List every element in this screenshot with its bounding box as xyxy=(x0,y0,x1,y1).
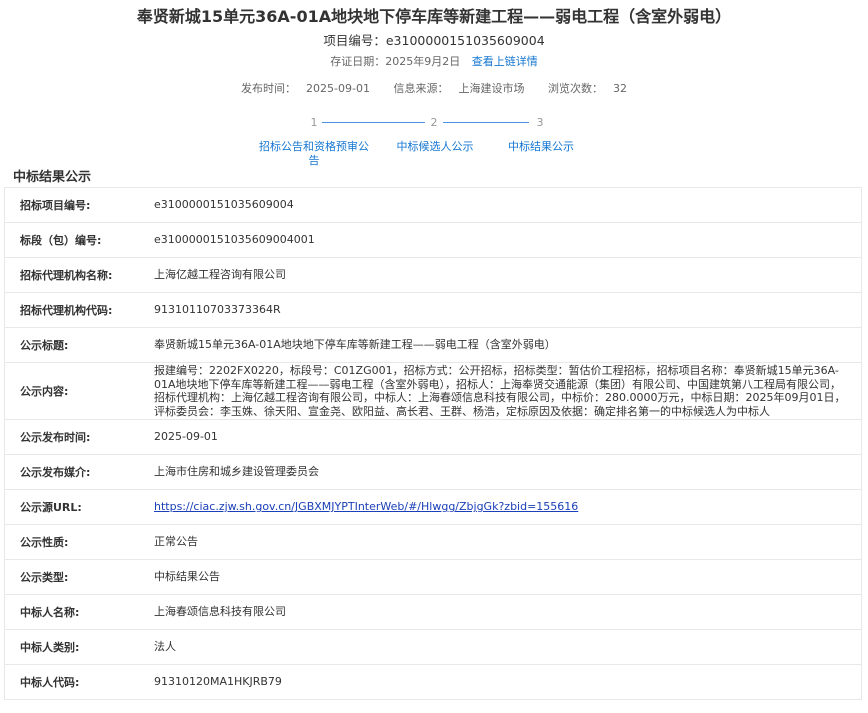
step-3-number: 3 xyxy=(536,116,544,129)
table-row: 中标人代码: 91310120MA1HKJRB79 xyxy=(5,665,861,700)
page: 奉贤新城15单元36A-01A地块地下停车库等新建工程——弱电工程（含室外弱电）… xyxy=(0,0,868,713)
source-label: 信息来源： xyxy=(393,82,449,95)
step-1-label[interactable]: 招标公告和资格预审公告 xyxy=(258,140,370,168)
row-label: 公示发布媒介: xyxy=(20,466,91,479)
row-label: 公示源URL: xyxy=(20,501,82,514)
row-value: 中标结果公告 xyxy=(154,570,220,584)
table-row: 公示标题: 奉贤新城15单元36A-01A地块地下停车库等新建工程——弱电工程（… xyxy=(5,328,861,363)
step-2-number: 2 xyxy=(430,116,438,129)
cert-date-label: 存证日期： xyxy=(330,55,386,68)
view-chain-details-link[interactable]: 查看上链详情 xyxy=(472,55,538,68)
row-value-content: 报建编号：2202FX0220，标段号：C01ZG001，招标方式：公开招标，招… xyxy=(154,364,846,418)
row-value: e3100000151035609004001 xyxy=(154,233,315,247)
table-row: 公示发布时间: 2025-09-01 xyxy=(5,420,861,455)
row-value: 上海亿越工程咨询有限公司 xyxy=(154,268,286,282)
table-row: 公示发布媒介: 上海市住房和城乡建设管理委员会 xyxy=(5,455,861,490)
step-3-label[interactable]: 中标结果公示 xyxy=(502,140,580,154)
table-row: 标段（包）编号: e3100000151035609004001 xyxy=(5,223,861,258)
page-title: 奉贤新城15单元36A-01A地块地下停车库等新建工程——弱电工程（含室外弱电） xyxy=(136,7,732,26)
publish-time: 发布时间： 2025-09-01 xyxy=(236,82,375,95)
step-1-number: 1 xyxy=(310,116,318,129)
row-label: 中标人名称: xyxy=(20,606,80,619)
row-value: https://ciac.zjw.sh.gov.cn/JGBXMJYPTInte… xyxy=(154,500,861,514)
result-table: 招标项目编号: e3100000151035609004 标段（包）编号: e3… xyxy=(4,187,862,700)
view-count: 浏览次数： 32 xyxy=(543,82,632,95)
table-row: 中标人类别: 法人 xyxy=(5,630,861,665)
row-label: 公示类型: xyxy=(20,571,69,584)
section-heading: 中标结果公示 xyxy=(13,170,92,185)
row-value: 上海市住房和城乡建设管理委员会 xyxy=(154,465,319,479)
info-source: 信息来源： 上海建设市场 xyxy=(388,82,529,95)
step-connector-1 xyxy=(322,122,425,123)
row-value: 正常公告 xyxy=(154,535,198,549)
row-label: 招标项目编号: xyxy=(20,199,91,212)
project-number-value: e3100000151035609004 xyxy=(385,33,545,48)
cert-date-value: 2025年9月2日 xyxy=(385,55,461,68)
row-value: 2025-09-01 xyxy=(154,430,218,444)
publish-time-value: 2025-09-01 xyxy=(306,82,370,95)
table-row: 公示性质: 正常公告 xyxy=(5,525,861,560)
project-number: 项目编号：e3100000151035609004 xyxy=(0,30,868,49)
table-row: 公示类型: 中标结果公告 xyxy=(5,560,861,595)
views-value: 32 xyxy=(612,82,627,95)
row-label: 招标代理机构代码: xyxy=(20,304,113,317)
row-value: 91310110703373364R xyxy=(154,303,281,317)
row-label: 标段（包）编号: xyxy=(20,234,102,247)
table-row: 招标代理机构名称: 上海亿越工程咨询有限公司 xyxy=(5,258,861,293)
step-connector-2 xyxy=(443,122,529,123)
table-row: 招标代理机构代码: 91310110703373364R xyxy=(5,293,861,328)
row-label: 中标人代码: xyxy=(20,676,80,689)
project-number-label: 项目编号： xyxy=(323,33,386,48)
row-value: 91310120MA1HKJRB79 xyxy=(154,675,282,689)
source-value: 上海建设市场 xyxy=(458,82,525,95)
table-row: 公示内容: 报建编号：2202FX0220，标段号：C01ZG001，招标方式：… xyxy=(5,363,861,420)
certificate-date-line: 存证日期：2025年9月2日 查看上链详情 xyxy=(0,53,868,69)
table-row: 招标项目编号: e3100000151035609004 xyxy=(5,188,861,223)
row-value: 法人 xyxy=(154,640,176,654)
meta-info: 发布时间： 2025-09-01 信息来源： 上海建设市场 浏览次数： 32 xyxy=(0,80,868,96)
publish-time-label: 发布时间： xyxy=(241,82,297,95)
table-row: 公示源URL: https://ciac.zjw.sh.gov.cn/JGBXM… xyxy=(5,490,861,525)
row-value: e3100000151035609004 xyxy=(154,198,294,212)
step-2-label[interactable]: 中标候选人公示 xyxy=(392,140,478,154)
row-label: 公示性质: xyxy=(20,536,69,549)
row-label: 公示标题: xyxy=(20,339,69,352)
row-label: 公示内容: xyxy=(20,385,69,398)
row-label: 中标人类别: xyxy=(20,641,80,654)
row-value: 上海春颂信息科技有限公司 xyxy=(154,605,286,619)
row-label: 公示发布时间: xyxy=(20,431,91,444)
row-value: 奉贤新城15单元36A-01A地块地下停车库等新建工程——弱电工程（含室外弱电） xyxy=(154,338,556,352)
table-row: 中标人名称: 上海春颂信息科技有限公司 xyxy=(5,595,861,630)
source-url-link[interactable]: https://ciac.zjw.sh.gov.cn/JGBXMJYPTInte… xyxy=(154,500,578,513)
row-label: 招标代理机构名称: xyxy=(20,269,113,282)
views-label: 浏览次数： xyxy=(547,82,603,95)
